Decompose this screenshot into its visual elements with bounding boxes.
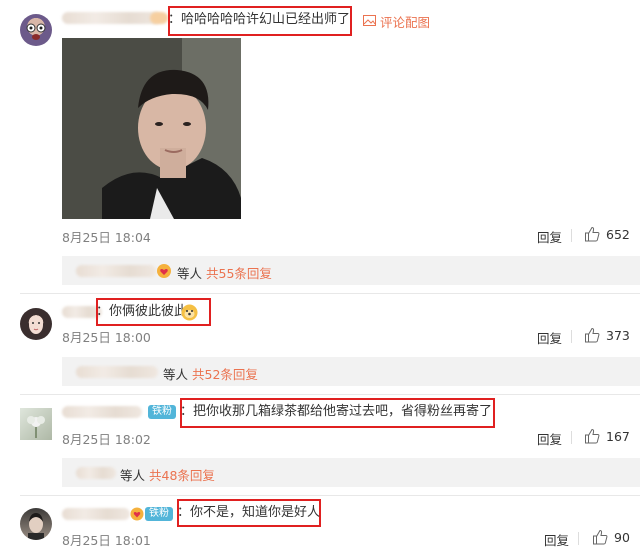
sub-replies-link[interactable]: 共52条回复: [192, 367, 258, 382]
username-blurred[interactable]: [62, 406, 142, 418]
reply-button[interactable]: 回复: [537, 227, 562, 246]
like-count: 373: [606, 328, 630, 343]
reply-button[interactable]: 回复: [537, 429, 562, 448]
avatar-face-icon: [26, 23, 46, 40]
like-count: 167: [606, 429, 630, 444]
separator: [578, 532, 579, 545]
avatar-face-icon: [29, 316, 43, 334]
username-blurred[interactable]: [76, 366, 158, 378]
sub-replies-box: 等人 共48条回复: [62, 458, 640, 487]
avatar[interactable]: [20, 308, 52, 340]
sub-replies-box: 等人 共52条回复: [62, 357, 640, 386]
username-blurred[interactable]: [76, 467, 116, 479]
thumb-up-icon[interactable]: [584, 428, 600, 444]
like-count: 90: [614, 530, 630, 545]
sub-replies-link[interactable]: 共55条回复: [206, 266, 272, 281]
reply-button[interactable]: 回复: [544, 530, 569, 549]
comment-time: 8月25日 18:01: [62, 533, 151, 548]
comment-divider: [20, 293, 640, 294]
comment-text: ：把你收那几箱绿茶都给他寄过去吧，省得粉丝再寄了: [180, 404, 493, 419]
comment-divider: [20, 394, 640, 395]
sub-replies-summary[interactable]: 等人 共55条回复: [177, 263, 272, 282]
avatar-flower-icon: [27, 416, 45, 438]
heart-emoji-icon: [130, 507, 144, 521]
sub-replies-who: 等人: [163, 367, 189, 382]
comment-image-link[interactable]: 评论配图: [380, 12, 430, 31]
separator: [571, 229, 572, 242]
username-blurred[interactable]: [76, 265, 156, 277]
sub-replies-link[interactable]: 共48条回复: [149, 468, 215, 483]
comment-text: ：哈哈哈哈哈许幻山已经出师了: [168, 12, 351, 27]
thumb-up-icon[interactable]: [584, 226, 600, 242]
like-count: 652: [606, 227, 630, 242]
heart-emoji-icon: [157, 264, 171, 278]
reply-button[interactable]: 回复: [537, 328, 562, 347]
comment-image[interactable]: [62, 38, 241, 219]
separator: [571, 431, 572, 444]
thumb-up-icon[interactable]: [584, 327, 600, 343]
sub-replies-summary[interactable]: 等人 共52条回复: [163, 364, 258, 383]
fan-badge: 铁粉: [148, 405, 176, 419]
username-blurred[interactable]: [62, 508, 130, 520]
sub-replies-box: 等人 共55条回复: [62, 256, 640, 285]
dog-emoji-icon: [181, 304, 198, 321]
comment-divider: [20, 495, 640, 496]
comment-time: 8月25日 18:04: [62, 230, 151, 245]
username-blurred[interactable]: [62, 12, 162, 24]
sub-replies-who: 等人: [177, 266, 203, 281]
thumb-up-icon[interactable]: [592, 529, 608, 545]
sub-replies-summary[interactable]: 等人 共48条回复: [120, 465, 215, 484]
avatar-face-icon: [28, 513, 44, 540]
comment-time: 8月25日 18:02: [62, 432, 151, 447]
photo-person: [62, 38, 241, 219]
fan-badge: 铁粉: [145, 507, 173, 521]
avatar[interactable]: [20, 408, 52, 440]
comment-text: ：你俩彼此彼此: [96, 304, 188, 319]
sub-replies-who: 等人: [120, 468, 146, 483]
avatar[interactable]: [20, 14, 52, 46]
badge-blurred: [150, 12, 168, 24]
separator: [571, 330, 572, 343]
image-icon: [363, 15, 376, 26]
avatar[interactable]: [20, 508, 52, 540]
comment-text: ：你不是，知道你是好人: [177, 505, 321, 520]
comment-time: 8月25日 18:00: [62, 330, 151, 345]
